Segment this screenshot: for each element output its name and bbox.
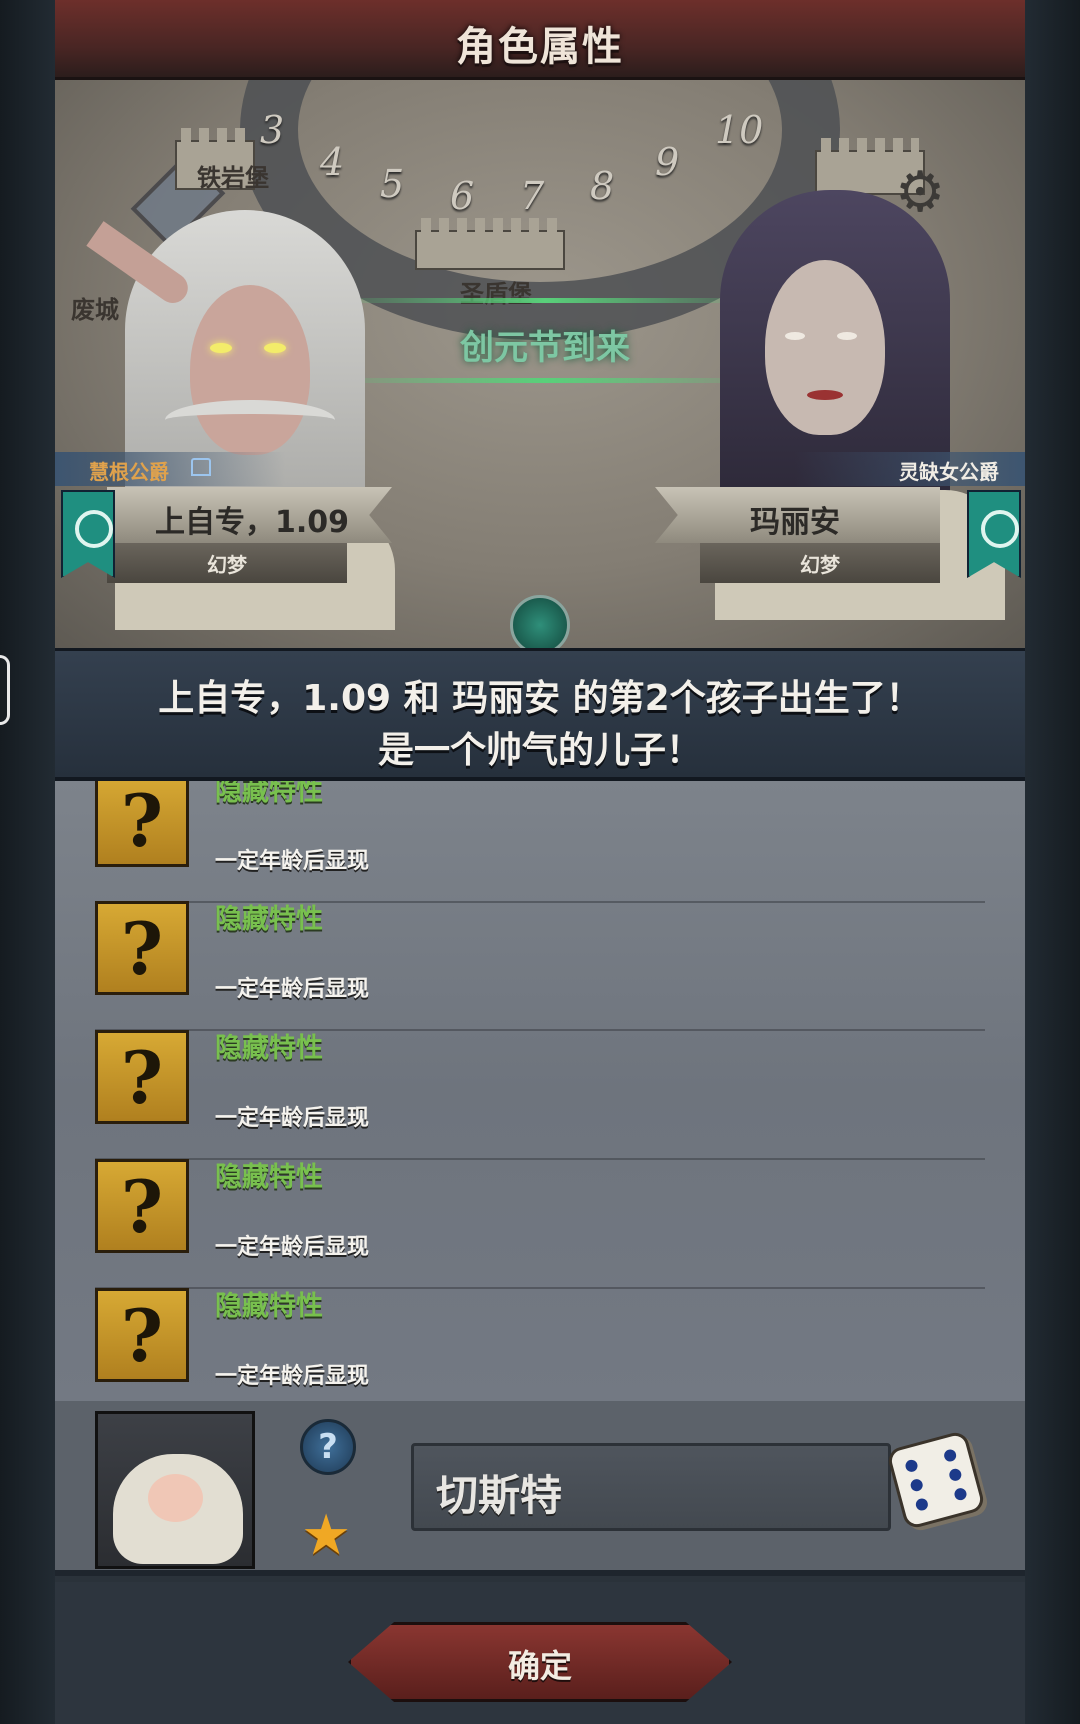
- dice-pip: [947, 1467, 963, 1483]
- timeline-number: 9: [655, 140, 680, 184]
- confirm-label: 确定: [507, 1647, 572, 1685]
- trait-name: 隐藏特性: [215, 1033, 323, 1064]
- birth-scene: 3 4 5 6 7 8 9 10 ⚙ 铁岩堡 圣盾堡 废城 创元节到来 慧根公爵…: [55, 80, 1025, 648]
- eye: [210, 343, 232, 353]
- birth-announcement: 上自专，1.09 和 玛丽安 的第2个孩子出生了！ 是一个帅气的儿子！: [55, 648, 1025, 781]
- question-icon: ?: [95, 1159, 189, 1253]
- father-faith: 幻梦: [207, 553, 247, 577]
- timeline-number: 7: [520, 174, 545, 218]
- title-bar: 角色属性: [55, 0, 1025, 80]
- footer: 确定: [55, 1582, 1025, 1724]
- right-margin: [1025, 0, 1080, 1724]
- lips: [807, 390, 843, 400]
- mother-name-plate: 玛丽安: [655, 487, 940, 543]
- dice-pip: [953, 1486, 968, 1502]
- castle-icon: [415, 218, 565, 270]
- list-item[interactable]: ? 隐藏特性 一定年龄后显现: [55, 1030, 1025, 1160]
- random-name-dice-icon[interactable]: [885, 1429, 987, 1531]
- eye: [264, 343, 286, 353]
- list-item[interactable]: ? 隐藏特性 一定年龄后显现: [55, 901, 1025, 1031]
- mother-faith: 幻梦: [800, 553, 840, 577]
- trait-name: 隐藏特性: [215, 904, 323, 935]
- child-naming-area: ? ★ 切斯特: [55, 1401, 1025, 1576]
- question-icon: ?: [95, 901, 189, 995]
- map-label-tieyanbao: 铁岩堡: [197, 164, 269, 192]
- father-name-plate: 上自专，1.09: [107, 487, 392, 543]
- trait-desc: 一定年龄后显现: [215, 977, 370, 1002]
- mother-faith-plate: 幻梦: [700, 543, 940, 583]
- trait-name: 隐藏特性: [215, 1162, 323, 1193]
- timeline-number: 10: [715, 108, 764, 152]
- dice-pip: [942, 1448, 958, 1463]
- swaddle: [113, 1454, 243, 1564]
- star-icon[interactable]: ★: [301, 1503, 351, 1568]
- timeline-number: 6: [450, 174, 475, 218]
- list-item[interactable]: ? 隐藏特性 一定年龄后显现: [55, 1159, 1025, 1289]
- father-name: 上自专，1.09: [155, 505, 350, 540]
- map-label-shengdunbao: 圣盾堡: [460, 280, 532, 308]
- list-item[interactable]: ? 隐藏特性 一定年龄后显现: [55, 1288, 1025, 1401]
- window-title: 角色属性: [456, 24, 624, 70]
- father-title-strip: 慧根公爵: [55, 452, 285, 486]
- baby-portrait[interactable]: [95, 1411, 255, 1569]
- father-faction-flag-icon: [61, 490, 115, 578]
- trait-list[interactable]: ? 隐藏特性 一定年龄后显现 ? 隐藏特性 一定年龄后显现 ? 隐藏特性 一定年…: [55, 781, 1025, 1401]
- mustache: [165, 400, 335, 440]
- dice-pip: [909, 1477, 925, 1493]
- emblem-icon: [510, 595, 570, 648]
- eye: [785, 332, 805, 340]
- face: [765, 260, 885, 435]
- trait-desc: 一定年龄后显现: [215, 1106, 370, 1131]
- announcement-line-2: 是一个帅气的儿子！: [377, 730, 702, 771]
- question-icon: ?: [95, 781, 189, 867]
- timeline-number: 3: [260, 108, 285, 152]
- dice-pip: [914, 1497, 930, 1512]
- trait-name: 隐藏特性: [215, 1291, 323, 1322]
- trait-name: 隐藏特性: [215, 781, 323, 807]
- father-title: 慧根公爵: [89, 460, 169, 484]
- help-button[interactable]: ?: [300, 1419, 356, 1475]
- edge-tab-icon[interactable]: [0, 655, 10, 725]
- mother-title-strip: 灵缺女公爵: [795, 452, 1025, 486]
- child-name-input[interactable]: 切斯特: [411, 1443, 891, 1531]
- announcement-line-1: 上自专，1.09 和 玛丽安 的第2个孩子出生了！: [158, 678, 922, 719]
- left-margin: [0, 0, 55, 1724]
- confirm-button[interactable]: 确定: [348, 1622, 732, 1702]
- trait-desc: 一定年龄后显现: [215, 1235, 370, 1260]
- dice-pip: [904, 1458, 919, 1474]
- trait-desc: 一定年龄后显现: [215, 1364, 370, 1389]
- mother-title: 灵缺女公爵: [899, 460, 999, 484]
- question-icon: ?: [95, 1030, 189, 1124]
- mother-name: 玛丽安: [750, 505, 840, 540]
- timeline-number: 4: [320, 140, 345, 184]
- father-faith-plate: 幻梦: [107, 543, 347, 583]
- baby-face: [148, 1474, 203, 1522]
- house-icon: [191, 458, 211, 476]
- trait-desc: 一定年龄后显现: [215, 849, 370, 874]
- question-icon: ?: [95, 1288, 189, 1382]
- eye: [837, 332, 857, 340]
- character-panel: 角色属性 3 4 5 6 7 8 9 10 ⚙ 铁岩堡 圣盾堡 废城 创元节到来: [55, 0, 1025, 1724]
- timeline-number: 8: [590, 164, 615, 208]
- list-item[interactable]: ? 隐藏特性 一定年龄后显现: [55, 781, 1025, 903]
